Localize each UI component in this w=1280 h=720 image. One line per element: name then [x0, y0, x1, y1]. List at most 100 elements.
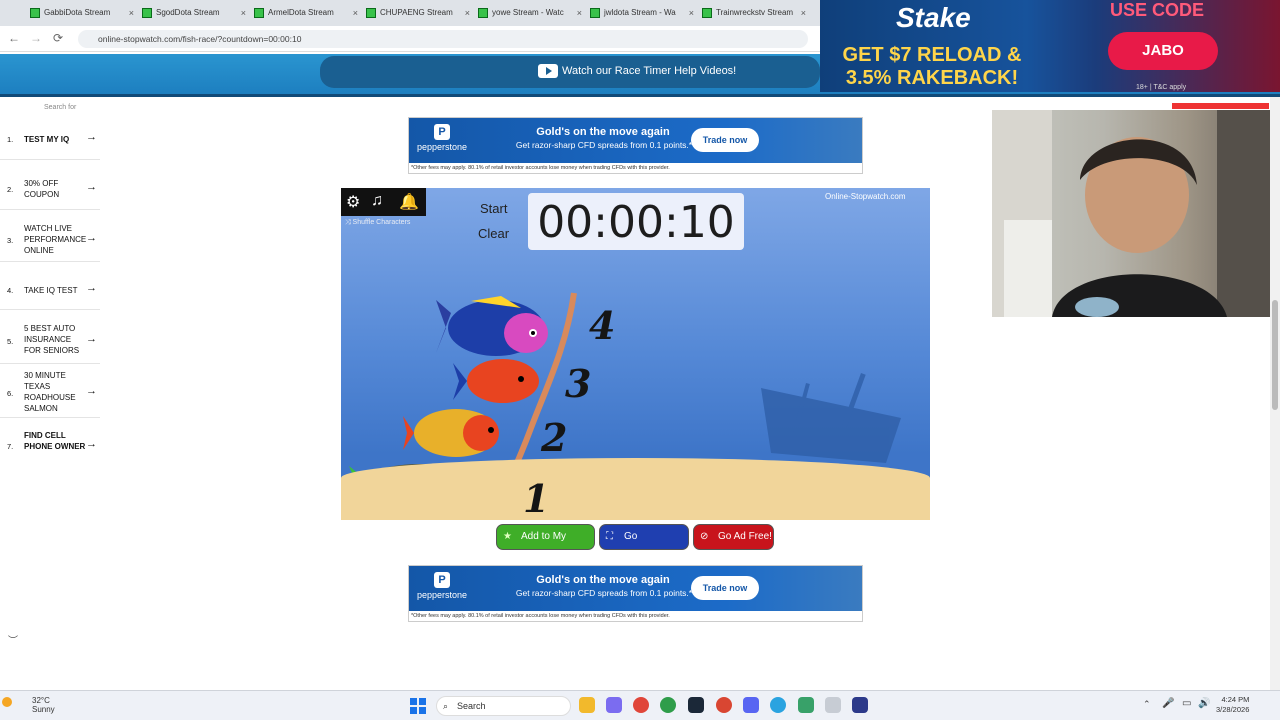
arrow-right-icon: →	[86, 385, 97, 397]
pepperstone-logo: Ppepperstone	[415, 124, 469, 158]
item-label: 5 BEST AUTO INSURANCE FOR SENIORS	[24, 324, 80, 355]
sidebar-item-salmon[interactable]: 6. 30 MINUTE TEXAS ROADHOUSE SALMON →	[0, 370, 100, 418]
tab-close-icon[interactable]: ×	[577, 3, 582, 23]
add-to-my-page-button[interactable]: ★ Add to My Page!	[496, 524, 595, 566]
tab-trainwreckstv[interactable]: Trainwreckstv Stream ×	[700, 3, 810, 23]
timer-value: 00:00:10	[537, 197, 735, 248]
address-bar: ← → ⟳ online-stopwatch.com/fish-race/?co…	[0, 26, 820, 52]
tab-armeldota[interactable]: ArmelDota Stream ×	[252, 3, 362, 23]
tab-label: SgodDota Stream	[156, 8, 220, 17]
sidebar-item-performance[interactable]: 3. WATCH LIVE PERFORMANCE ONLINE →	[0, 218, 100, 262]
start-button[interactable]: Start	[480, 201, 507, 216]
fullscreen-label: Go Fullscreen!	[624, 531, 673, 566]
help-videos-link[interactable]: Watch our Race Timer Help Videos!	[538, 63, 736, 79]
file-explorer-icon[interactable]	[579, 697, 595, 713]
tab-sgoddota[interactable]: SgodDota Stream ×	[140, 3, 250, 23]
chevron-down-icon[interactable]: ︶	[8, 632, 18, 647]
stake-offer-line1: GET $7 RELOAD &	[842, 44, 1022, 66]
tab-jwldota[interactable]: jwldota Stream - Wa ×	[588, 3, 698, 23]
stake-offer: GET $7 RELOAD & 3.5% RAKEBACK!	[822, 44, 1042, 90]
stake-ad-banner[interactable]: Stake GET $7 RELOAD & 3.5% RAKEBACK! USE…	[820, 0, 1280, 92]
ad-disclaimer: *Other fees may apply. 80.1% of retail i…	[411, 613, 670, 619]
copilot-icon[interactable]	[606, 697, 622, 713]
go-fullscreen-button[interactable]: ⛶ Go Fullscreen!	[599, 524, 689, 566]
sidebar-item-iq-test[interactable]: 4. TAKE IQ TEST →	[0, 270, 100, 310]
site-brand[interactable]: Online-Stopwatch.com	[825, 192, 905, 201]
discord-icon[interactable]	[743, 697, 759, 713]
ad-headline: Gold's on the move again	[536, 574, 670, 586]
streamer-webcam-image	[992, 110, 1270, 317]
item-number: 1.	[7, 135, 14, 144]
taskbar-search-label: Search	[457, 701, 486, 711]
weather-widget[interactable]: 32°C Sunny	[18, 696, 55, 714]
tab-label: CHUPAENG Stream	[380, 8, 453, 17]
shuffle-icon: ⤨	[345, 219, 353, 226]
stream-favicon-icon	[254, 8, 264, 18]
lane-number-4: 4	[589, 303, 616, 348]
promo-code-button[interactable]: JABO	[1108, 32, 1218, 70]
tab-close-icon[interactable]: ×	[465, 3, 470, 23]
volume-icon[interactable]: 🔊	[1198, 698, 1210, 709]
scrollbar-thumb[interactable]	[1272, 300, 1278, 410]
tab-chupaeng[interactable]: CHUPAENG Stream ×	[364, 3, 474, 23]
pepperstone-ad-top[interactable]: Ppepperstone Gold's on the move again Ge…	[408, 117, 863, 174]
app-icon-3[interactable]	[852, 697, 868, 713]
shuffle-characters-button[interactable]: ⤨ Shuffle Characters	[345, 219, 410, 227]
item-number: 4.	[7, 286, 14, 295]
sidebar-item-iq[interactable]: 1. TEST MY IQ →	[0, 118, 100, 160]
chrome-icon[interactable]	[633, 697, 649, 713]
timer-display: 00:00:10	[528, 193, 744, 250]
app-icon[interactable]	[798, 697, 814, 713]
url-field[interactable]: online-stopwatch.com/fish-race/?countdow…	[78, 30, 808, 48]
clear-button[interactable]: Clear	[478, 226, 509, 241]
tab-close-icon[interactable]: ×	[689, 3, 694, 23]
sidebar-item-insurance[interactable]: 5. 5 BEST AUTO INSURANCE FOR SENIORS →	[0, 318, 100, 364]
tray-chevron-icon[interactable]: ⌃	[1143, 699, 1151, 710]
sidebar-item-phone-owner[interactable]: 7. FIND CELL PHONE OWNER →	[0, 424, 100, 468]
chrome-profile-icon[interactable]	[660, 697, 676, 713]
webcam-overlay	[992, 110, 1270, 317]
taskbar-clock[interactable]: 4:24 PM 3/28/2026	[1216, 695, 1249, 715]
tab-yowe[interactable]: yowe Stream - Watc ×	[476, 3, 586, 23]
stake-logo: Stake	[896, 2, 971, 33]
add-label: Add to My Page!	[521, 531, 567, 566]
tab-close-icon[interactable]: ×	[801, 3, 806, 23]
go-ad-free-button[interactable]: ⊘ Go Ad Free!	[693, 524, 774, 550]
pepperstone-logo: Ppepperstone	[415, 572, 469, 606]
microphone-icon[interactable]: 🎤	[1162, 698, 1174, 709]
search-for-label: Search for	[44, 104, 77, 111]
tab-close-icon[interactable]: ×	[129, 3, 134, 23]
trade-now-button[interactable]: Trade now	[691, 128, 759, 152]
stake-legal: 18+ | T&C apply	[1136, 84, 1187, 91]
trade-now-button[interactable]: Trade now	[691, 576, 759, 600]
item-label: TEST MY IQ	[24, 135, 70, 144]
forward-icon[interactable]: →	[30, 31, 42, 45]
windows-start-icon[interactable]	[410, 698, 426, 714]
network-icon[interactable]: ▭	[1182, 698, 1191, 709]
chrome-active-icon[interactable]	[716, 697, 732, 713]
app-icon-2[interactable]	[825, 697, 841, 713]
ad-headline: Gold's on the move again	[536, 126, 670, 138]
tab-gabbidota[interactable]: GabbiDota Stream ×	[28, 3, 138, 23]
pepperstone-ad-bottom[interactable]: Ppepperstone Gold's on the move again Ge…	[408, 565, 863, 622]
ad-banner: Ppepperstone Gold's on the move again Ge…	[409, 566, 862, 611]
tab-close-icon[interactable]: ×	[353, 3, 358, 23]
reload-icon[interactable]: ⟳	[53, 31, 63, 45]
telegram-icon[interactable]	[770, 697, 786, 713]
arrow-right-icon: →	[86, 232, 97, 244]
bell-icon[interactable]: 🔔	[399, 192, 419, 212]
gear-icon[interactable]: ⚙	[346, 192, 360, 212]
stream-favicon-icon	[590, 8, 600, 18]
stream-favicon-icon	[478, 8, 488, 18]
taskbar-search[interactable]: ⌕ Search	[436, 696, 571, 716]
fullscreen-icon: ⛶	[606, 531, 613, 542]
shuffle-label: Shuffle Characters	[352, 219, 411, 226]
back-icon[interactable]: ←	[8, 31, 20, 45]
sidebar-item-coupon[interactable]: 2. 30% OFF COUPON →	[0, 168, 100, 210]
steam-icon[interactable]	[688, 697, 704, 713]
tab-close-icon[interactable]: ×	[241, 3, 246, 23]
arrow-right-icon: →	[86, 282, 97, 294]
item-label: WATCH LIVE PERFORMANCE ONLINE	[24, 224, 87, 255]
stream-favicon-icon	[702, 8, 712, 18]
music-icon[interactable]: ♫	[371, 192, 383, 210]
